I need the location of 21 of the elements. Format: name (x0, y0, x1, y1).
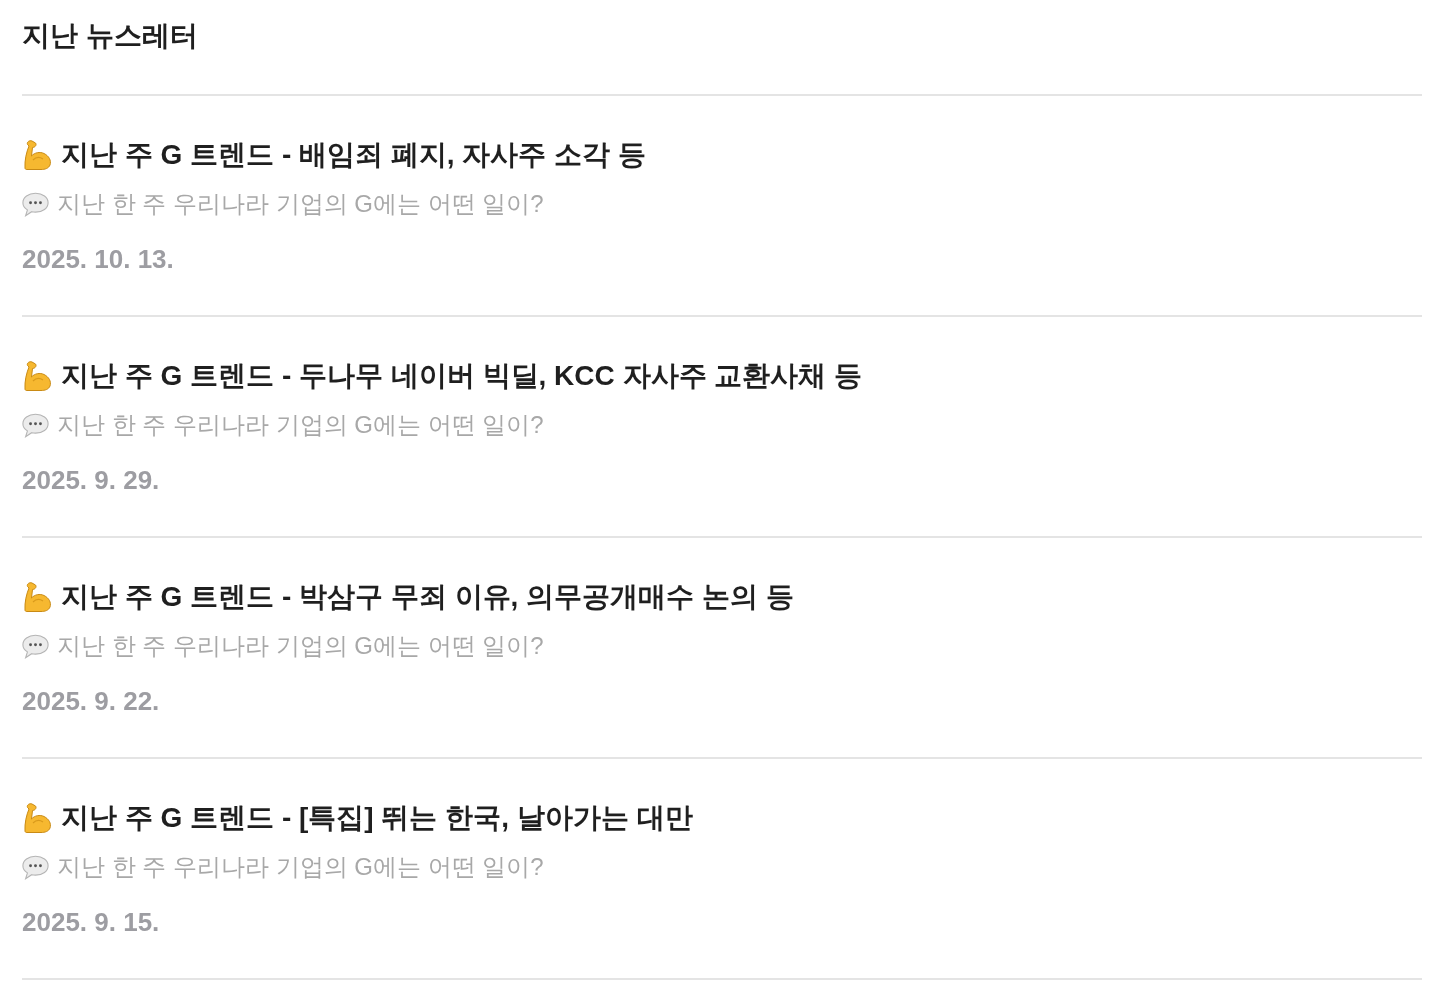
page-title: 지난 뉴스레터 (22, 19, 198, 53)
speech-bubble-icon (22, 633, 49, 659)
newsletter-date: 2025. 9. 15. (22, 906, 160, 939)
newsletter-summary: 지난 한 주 우리나라 기업의 G에는 어떤 일이? (57, 631, 544, 661)
speech-bubble-icon (22, 854, 49, 880)
flexed-arm-icon (22, 360, 52, 391)
flexed-arm-icon (22, 139, 52, 170)
newsletter-date: 2025. 9. 29. (22, 464, 160, 497)
newsletter-summary: 지난 한 주 우리나라 기업의 G에는 어떤 일이? (57, 852, 544, 882)
speech-bubble-icon (22, 191, 49, 217)
newsletter-title-link[interactable]: 지난 주 G 트렌드 - 박삼구 무죄 이유, 의무공개매수 논의 등 (61, 577, 794, 616)
newsletter-title-link[interactable]: 지난 주 G 트렌드 - 두나무 네이버 빅딜, KCC 자사주 교환사채 등 (61, 356, 863, 395)
newsletter-date: 2025. 10. 13. (22, 243, 174, 276)
newsletter-summary: 지난 한 주 우리나라 기업의 G에는 어떤 일이? (57, 410, 544, 440)
flexed-arm-icon (22, 581, 52, 612)
newsletter-summary: 지난 한 주 우리나라 기업의 G에는 어떤 일이? (57, 189, 544, 219)
flexed-arm-icon (22, 802, 52, 833)
newsletter-title-link[interactable]: 지난 주 G 트렌드 - 배임죄 폐지, 자사주 소각 등 (61, 135, 646, 174)
newsletter-title-link[interactable]: 지난 주 G 트렌드 - [특집] 뛰는 한국, 날아가는 대만 (61, 798, 693, 837)
newsletter-date: 2025. 9. 22. (22, 685, 160, 718)
speech-bubble-icon (22, 412, 49, 438)
